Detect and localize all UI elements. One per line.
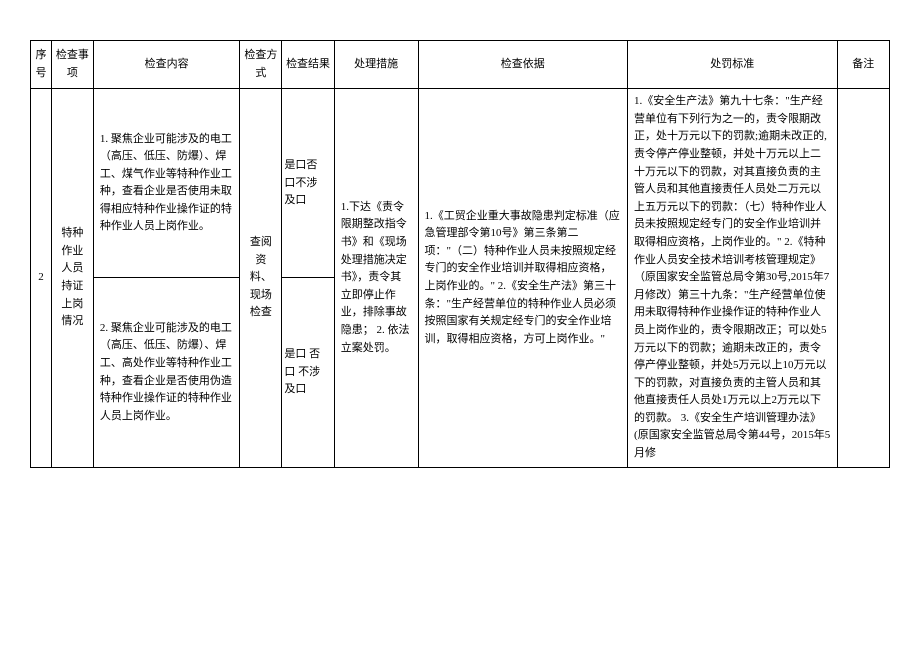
header-measure: 处理措施 bbox=[334, 41, 418, 89]
cell-basis: 1.《工贸企业重大事故隐患判定标准（应急管理部令第10号》第三条第二项："（二）… bbox=[418, 89, 628, 467]
cell-remark bbox=[837, 89, 889, 467]
cell-content1: 1. 聚焦企业可能涉及的电工（高压、低压、防爆）、焊工、煤气作业等特种作业工种，… bbox=[93, 89, 240, 278]
header-result: 检查结果 bbox=[282, 41, 334, 89]
cell-content2: 2. 聚焦企业可能涉及的电工（高压、低压、防爆）、焊工、高处作业等特种作业工种，… bbox=[93, 278, 240, 467]
cell-result1: 是口否口不涉及口 bbox=[282, 89, 334, 278]
header-method: 检查方式 bbox=[240, 41, 282, 89]
table-row: 2 特种作业人员持证上岗情况 1. 聚焦企业可能涉及的电工（高压、低压、防爆）、… bbox=[31, 89, 890, 278]
header-content: 检查内容 bbox=[93, 41, 240, 89]
header-item: 检查事项 bbox=[51, 41, 93, 89]
header-seq: 序号 bbox=[31, 41, 52, 89]
header-remark: 备注 bbox=[837, 41, 889, 89]
cell-method: 查阅资料、现场检查 bbox=[240, 89, 282, 467]
cell-result2: 是口 否口 不涉及口 bbox=[282, 278, 334, 467]
cell-standard: 1.《安全生产法》第九十七条："生产经营单位有下列行为之一的，责令限期改正，处十… bbox=[628, 89, 838, 467]
header-row: 序号 检查事项 检查内容 检查方式 检查结果 处理措施 检查依据 处罚标准 备注 bbox=[31, 41, 890, 89]
cell-seq: 2 bbox=[31, 89, 52, 467]
header-basis: 检查依据 bbox=[418, 41, 628, 89]
inspection-table: 序号 检查事项 检查内容 检查方式 检查结果 处理措施 检查依据 处罚标准 备注… bbox=[30, 40, 890, 468]
cell-item: 特种作业人员持证上岗情况 bbox=[51, 89, 93, 467]
cell-measure: 1.下达《责令限期整改指令书》和《现场处理措施决定书》，责令其立即停止作业，排除… bbox=[334, 89, 418, 467]
header-standard: 处罚标准 bbox=[628, 41, 838, 89]
